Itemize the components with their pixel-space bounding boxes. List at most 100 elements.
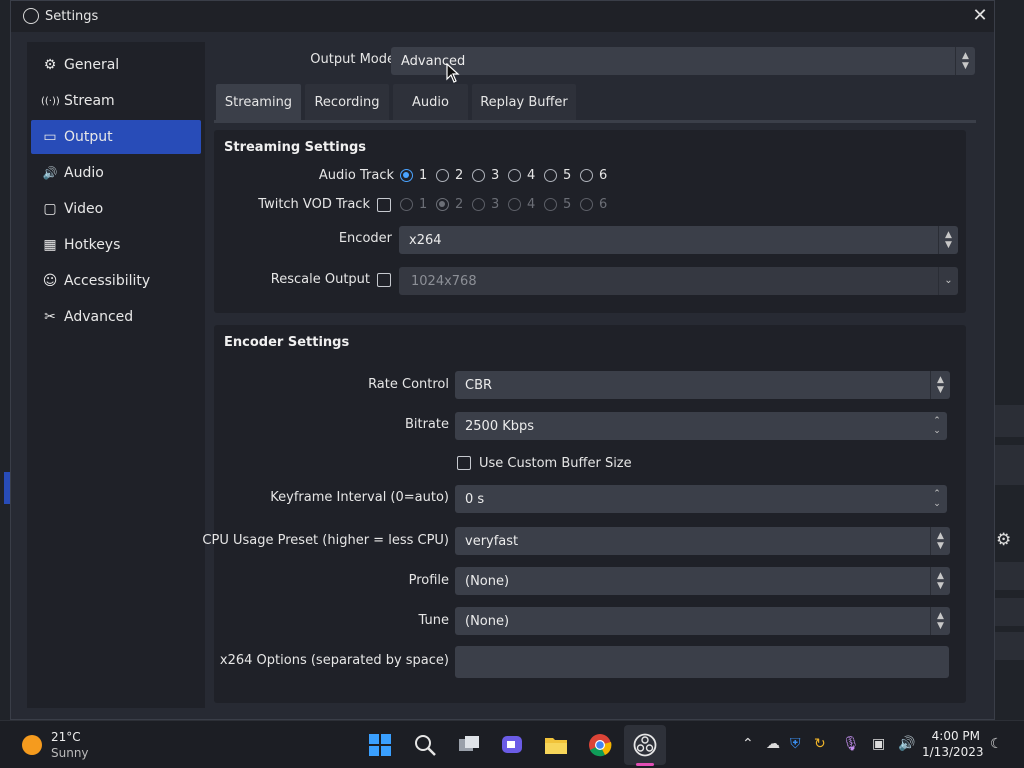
gear-icon[interactable]: ⚙ [996, 530, 1018, 552]
search-icon[interactable] [413, 733, 437, 757]
tab-audio[interactable]: Audio [393, 84, 468, 120]
rescale-output-label: Rescale Output [270, 272, 370, 287]
twitch-vod-checkbox[interactable] [377, 198, 391, 212]
tab-replay-buffer[interactable]: Replay Buffer [472, 84, 576, 120]
weather-temp[interactable]: 21°C [51, 730, 81, 744]
microphone-icon[interactable]: 🎙 [842, 736, 860, 752]
encoder-select[interactable]: x264 ▲ ▼ [399, 226, 958, 254]
taskbar: 21°C Sunny ⌃ ☁ ⛨ ↻ 🎙 ▣ 🔊 4:00 PM 1/13/20… [0, 720, 1024, 768]
profile-value: (None) [465, 573, 510, 589]
audio-track-radio-4[interactable]: 4 [508, 168, 535, 183]
updown-icon: ▲ ▼ [930, 567, 950, 595]
streaming-settings-title: Streaming Settings [224, 140, 367, 155]
bitrate-spinbox[interactable]: 2500 Kbps ⌃ ⌄ [455, 412, 947, 440]
rate-control-value: CBR [465, 377, 493, 393]
rate-control-label: Rate Control [368, 377, 449, 392]
chevron-down-icon: ⌄ [938, 267, 958, 295]
audio-track-radio-2[interactable]: 2 [436, 168, 463, 183]
bitrate-value: 2500 Kbps [465, 418, 535, 434]
sidebar-item-stream[interactable]: ((·)) Stream [31, 84, 201, 118]
sidebar-item-hotkeys[interactable]: ▦ Hotkeys [31, 228, 201, 262]
settings-sidebar: ⚙ General ((·)) Stream ▭ Output 🔊 Audio ▢ Vid… [27, 42, 205, 708]
keyframe-interval-label: Keyframe Interval (0=auto) [270, 490, 449, 505]
tab-recording[interactable]: Recording [305, 84, 389, 120]
network-icon[interactable]: ▣ [872, 736, 885, 752]
sidebar-item-general[interactable]: ⚙ General [31, 48, 201, 82]
volume-icon[interactable]: 🔊 [898, 736, 915, 752]
sidebar-item-accessibility[interactable]: ☺ Accessibility [31, 264, 201, 298]
updown-icon: ▲ ▼ [930, 371, 950, 399]
clock-date[interactable]: 1/13/2023 [922, 745, 984, 759]
bitrate-label: Bitrate [404, 417, 449, 432]
sidebar-item-label: Output [64, 129, 113, 145]
twitch-track-radio-5: 5 [544, 197, 571, 212]
sidebar-item-advanced[interactable]: ✂ Advanced [31, 300, 201, 334]
audio-track-radio-5[interactable]: 5 [544, 168, 571, 183]
clock-time[interactable]: 4:00 PM [928, 729, 980, 743]
bg-panel [995, 598, 1024, 626]
audio-track-radio-6[interactable]: 6 [580, 168, 607, 183]
keyboard-icon: ▦ [43, 237, 57, 253]
streaming-settings-group: Streaming Settings Audio Track 1 2 3 4 5… [214, 130, 966, 313]
sidebar-item-audio[interactable]: 🔊 Audio [31, 156, 201, 190]
obs-logo-icon [23, 8, 39, 24]
close-button[interactable]: ✕ [969, 5, 991, 27]
output-mode-label: Output Mode [310, 52, 395, 67]
updown-icon: ▲ ▼ [938, 226, 958, 254]
sidebar-item-label: Hotkeys [64, 237, 121, 253]
audio-track-radio-3[interactable]: 3 [472, 168, 499, 183]
twitch-vod-label: Twitch VOD Track [258, 197, 370, 212]
rescale-output-checkbox[interactable] [377, 273, 391, 287]
sidebar-item-label: Video [64, 201, 104, 217]
chrome-icon[interactable] [588, 733, 612, 757]
tune-select[interactable]: (None) ▲ ▼ [455, 607, 950, 635]
updown-icon: ▲ ▼ [930, 607, 950, 635]
chat-icon[interactable] [500, 733, 524, 757]
encoder-settings-title: Encoder Settings [224, 335, 350, 350]
profile-select[interactable]: (None) ▲ ▼ [455, 567, 950, 595]
rate-control-select[interactable]: CBR ▲ ▼ [455, 371, 950, 399]
bg-panel [995, 632, 1024, 660]
chevron-up-icon[interactable]: ⌃ [742, 736, 754, 752]
encoder-value: x264 [409, 232, 442, 248]
sun-icon[interactable] [22, 735, 42, 755]
tune-value: (None) [465, 613, 510, 629]
monitor-icon: ▢ [43, 201, 57, 217]
x264-options-input[interactable] [455, 646, 949, 678]
keyframe-interval-spinbox[interactable]: 0 s ⌃ ⌄ [455, 485, 947, 513]
sidebar-item-label: Audio [64, 165, 104, 181]
active-app-indicator [636, 763, 654, 766]
stepper-icon[interactable]: ⌃ ⌄ [927, 412, 947, 440]
sidebar-item-label: Stream [64, 93, 115, 109]
sidebar-item-video[interactable]: ▢ Video [31, 192, 201, 226]
sidebar-item-label: General [64, 57, 120, 73]
tab-divider [214, 120, 976, 123]
sidebar-item-output[interactable]: ▭ Output [31, 120, 201, 154]
settings-window: Settings ✕ ⚙ General ((·)) Stream ▭ Output … [10, 0, 995, 720]
onedrive-icon[interactable]: ☁ [766, 736, 780, 752]
twitch-track-radio-2: 2 [436, 197, 463, 212]
sidebar-item-label: Accessibility [64, 273, 151, 289]
update-icon[interactable]: ↻ [814, 736, 826, 752]
title-bar[interactable]: Settings ✕ [11, 1, 994, 32]
twitch-track-radio-1: 1 [400, 197, 427, 212]
tab-streaming[interactable]: Streaming [216, 84, 301, 120]
speaker-icon: 🔊 [42, 166, 58, 180]
twitch-track-radio-4: 4 [508, 197, 535, 212]
defender-shield-icon[interactable]: ⛨ [790, 736, 801, 752]
updown-icon: ▲ ▼ [955, 47, 975, 75]
notifications-moon-icon[interactable]: ☾ [990, 736, 1003, 752]
cpu-preset-value: veryfast [465, 533, 519, 549]
cpu-preset-select[interactable]: veryfast ▲ ▼ [455, 527, 950, 555]
obs-icon[interactable] [633, 733, 657, 757]
output-mode-select[interactable]: Advanced ▲ ▼ [391, 47, 975, 75]
file-explorer-icon[interactable] [544, 733, 568, 757]
custom-buffer-checkbox[interactable] [457, 456, 471, 470]
twitch-track-radio-6: 6 [580, 197, 607, 212]
weather-desc[interactable]: Sunny [51, 746, 89, 760]
windows-start-icon[interactable] [368, 733, 392, 757]
profile-label: Profile [408, 573, 449, 588]
task-view-icon[interactable] [457, 733, 481, 757]
audio-track-radio-1[interactable]: 1 [400, 168, 427, 183]
stepper-icon[interactable]: ⌃ ⌄ [927, 485, 947, 513]
